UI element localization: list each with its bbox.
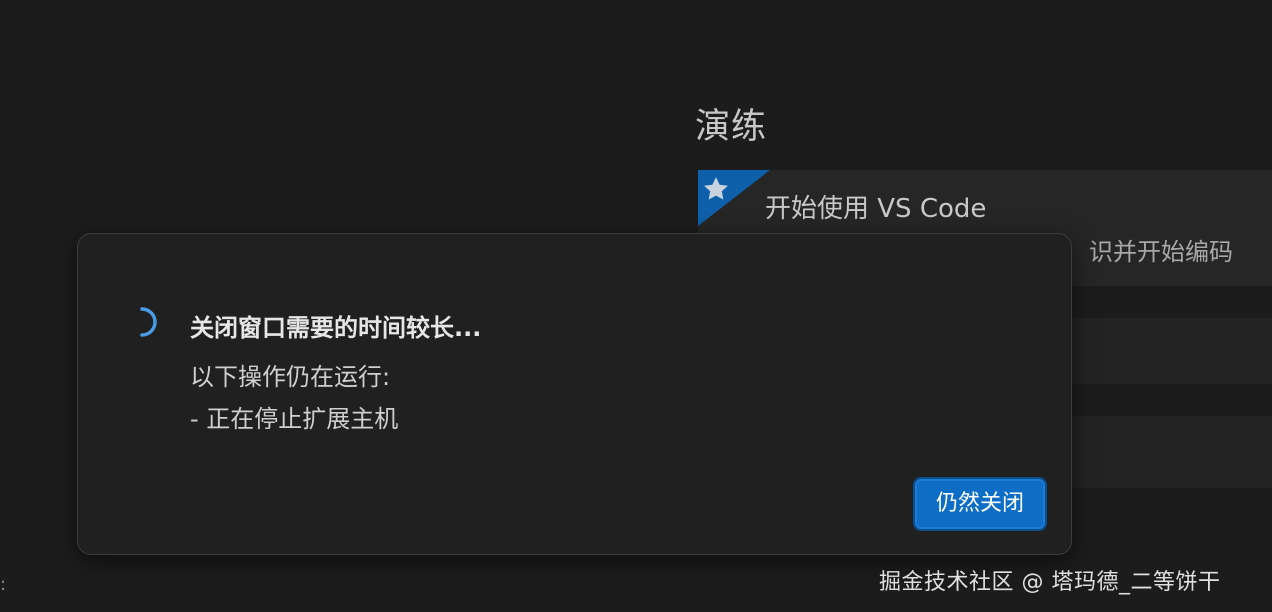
- edge-text: :: [0, 574, 7, 595]
- watermark: 掘金技术社区 @ 塔玛德_二等饼干: [879, 570, 1221, 595]
- dialog-title: 关闭窗口需要的时间较长...: [190, 314, 482, 342]
- walkthrough-card-title: 开始使用 VS Code: [765, 194, 987, 224]
- walkthroughs-heading: 演练: [695, 107, 768, 147]
- dialog-detail-line: - 正在停止扩展主机: [190, 405, 399, 433]
- loading-spinner-icon: [140, 307, 157, 337]
- dialog-detail: 以下操作仍在运行: - 正在停止扩展主机: [190, 356, 398, 440]
- close-anyway-button[interactable]: 仍然关闭: [913, 477, 1047, 531]
- star-icon: [704, 177, 728, 200]
- close-window-dialog: 关闭窗口需要的时间较长... 以下操作仍在运行: - 正在停止扩展主机 仍然关闭: [77, 233, 1072, 555]
- vscode-window: 演练 开始使用 VS Code 识并开始编码 : 关闭窗口需要的时间较长... …: [0, 0, 1272, 612]
- dialog-detail-line: 以下操作仍在运行:: [190, 363, 391, 391]
